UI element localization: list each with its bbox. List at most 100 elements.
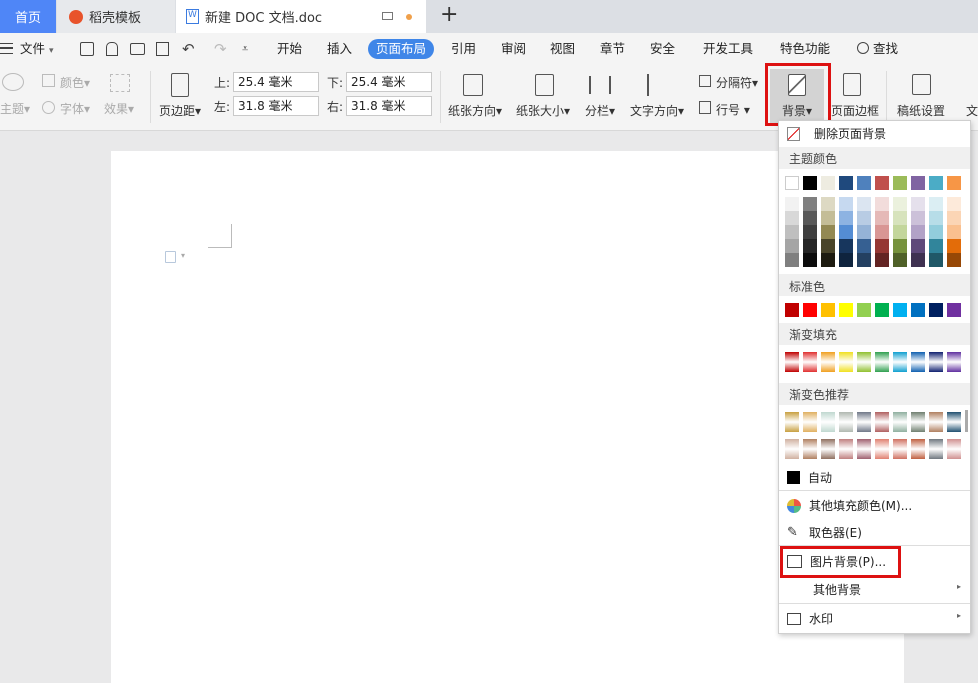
format-painter-icon[interactable] (106, 42, 118, 56)
print-preview-icon[interactable] (156, 42, 169, 56)
color-swatch[interactable] (839, 303, 853, 317)
color-swatch[interactable] (947, 253, 961, 267)
margins-button[interactable]: 页边距▾ (159, 102, 201, 119)
color-swatch[interactable] (785, 176, 799, 190)
menu-page-layout[interactable]: 页面布局 (368, 39, 435, 59)
undo-icon[interactable]: ↶ (182, 40, 195, 58)
eyedropper-item[interactable]: ✎ 取色器(E) (787, 524, 862, 541)
customize-toolbar-icon[interactable]: ⩡ (242, 42, 248, 56)
color-swatch[interactable] (839, 197, 853, 211)
color-swatch[interactable] (929, 211, 943, 225)
color-swatch[interactable] (929, 197, 943, 211)
text-direction-button[interactable]: 文字方向▾ (630, 102, 684, 119)
theme-button[interactable]: 主题▾ (0, 100, 30, 117)
separator-button[interactable]: 分隔符▾ (716, 74, 758, 91)
color-swatch[interactable] (911, 412, 925, 432)
color-swatch[interactable] (875, 211, 889, 225)
color-swatch[interactable] (857, 303, 871, 317)
color-swatch[interactable] (875, 239, 889, 253)
color-swatch[interactable] (893, 176, 907, 190)
left-margin-input[interactable]: 31.8 毫米 (233, 96, 319, 116)
color-swatch[interactable] (875, 412, 889, 432)
color-swatch[interactable] (857, 439, 871, 459)
dropdown-scrollbar[interactable] (965, 410, 968, 432)
color-swatch[interactable] (839, 211, 853, 225)
color-swatch[interactable] (785, 412, 799, 432)
color-swatch[interactable] (857, 225, 871, 239)
color-swatch[interactable] (911, 352, 925, 372)
color-swatch[interactable] (893, 197, 907, 211)
color-swatch[interactable] (839, 176, 853, 190)
color-swatch[interactable] (821, 176, 835, 190)
color-swatch[interactable] (947, 303, 961, 317)
color-swatch[interactable] (929, 239, 943, 253)
tab-document[interactable]: W 新建 DOC 文档.doc (176, 0, 426, 33)
bottom-margin-input[interactable]: 25.4 毫米 (346, 72, 432, 92)
color-swatch[interactable] (929, 303, 943, 317)
color-swatch[interactable] (911, 439, 925, 459)
color-swatch[interactable] (947, 197, 961, 211)
color-swatch[interactable] (839, 412, 853, 432)
color-swatch[interactable] (947, 239, 961, 253)
other-background-item[interactable]: 其他背景 (813, 581, 861, 598)
color-swatch[interactable] (893, 211, 907, 225)
color-swatch[interactable] (785, 197, 799, 211)
font-button[interactable]: 字体▾ (60, 100, 90, 117)
search-label[interactable]: 查找 (873, 33, 898, 65)
color-swatch[interactable] (911, 253, 925, 267)
color-swatch[interactable] (929, 412, 943, 432)
color-swatch[interactable] (857, 352, 871, 372)
color-swatch[interactable] (929, 439, 943, 459)
color-swatch[interactable] (857, 412, 871, 432)
color-swatch[interactable] (893, 412, 907, 432)
color-swatch[interactable] (911, 225, 925, 239)
color-swatch[interactable] (947, 176, 961, 190)
color-swatch[interactable] (821, 253, 835, 267)
color-swatch[interactable] (839, 239, 853, 253)
color-swatch[interactable] (893, 239, 907, 253)
color-swatch[interactable] (785, 352, 799, 372)
color-swatch[interactable] (785, 225, 799, 239)
color-swatch[interactable] (785, 239, 799, 253)
tab-home[interactable]: 首页 (0, 0, 56, 33)
auto-color-item[interactable]: 自动 (787, 469, 832, 486)
more-ribbon-label[interactable]: 文 (966, 102, 978, 119)
save-icon[interactable] (80, 42, 94, 56)
color-swatch[interactable] (821, 239, 835, 253)
paragraph-options-icon[interactable] (165, 251, 176, 263)
color-swatch[interactable] (821, 412, 835, 432)
color-swatch[interactable] (893, 253, 907, 267)
watermark-item[interactable]: 水印 (787, 610, 833, 627)
color-swatch[interactable] (785, 303, 799, 317)
top-margin-input[interactable]: 25.4 毫米 (233, 72, 319, 92)
color-swatch[interactable] (911, 176, 925, 190)
color-swatch[interactable] (857, 239, 871, 253)
color-swatch[interactable] (929, 352, 943, 372)
new-tab-button[interactable]: + (440, 2, 458, 27)
monitor-icon[interactable] (382, 12, 393, 20)
color-swatch[interactable] (821, 197, 835, 211)
color-swatch[interactable] (803, 303, 817, 317)
color-swatch[interactable] (785, 253, 799, 267)
menu-insert[interactable]: 插入 (327, 33, 352, 65)
redo-icon[interactable]: ↷ (214, 40, 227, 58)
color-swatch[interactable] (947, 412, 961, 432)
color-button[interactable]: 颜色▾ (60, 74, 90, 91)
color-swatch[interactable] (821, 352, 835, 372)
color-swatch[interactable] (821, 303, 835, 317)
color-swatch[interactable] (803, 352, 817, 372)
search-icon[interactable] (857, 42, 869, 54)
paper-settings-button[interactable]: 稿纸设置 (897, 102, 945, 119)
color-swatch[interactable] (875, 176, 889, 190)
color-swatch[interactable] (947, 225, 961, 239)
color-swatch[interactable] (929, 176, 943, 190)
color-swatch[interactable] (785, 211, 799, 225)
file-menu[interactable]: 文件 ▾ (20, 33, 54, 65)
remove-background-item[interactable]: 删除页面背景 (787, 125, 886, 142)
color-swatch[interactable] (893, 303, 907, 317)
color-swatch[interactable] (875, 225, 889, 239)
color-swatch[interactable] (875, 439, 889, 459)
color-swatch[interactable] (947, 439, 961, 459)
color-swatch[interactable] (893, 352, 907, 372)
hamburger-icon[interactable] (0, 43, 13, 54)
